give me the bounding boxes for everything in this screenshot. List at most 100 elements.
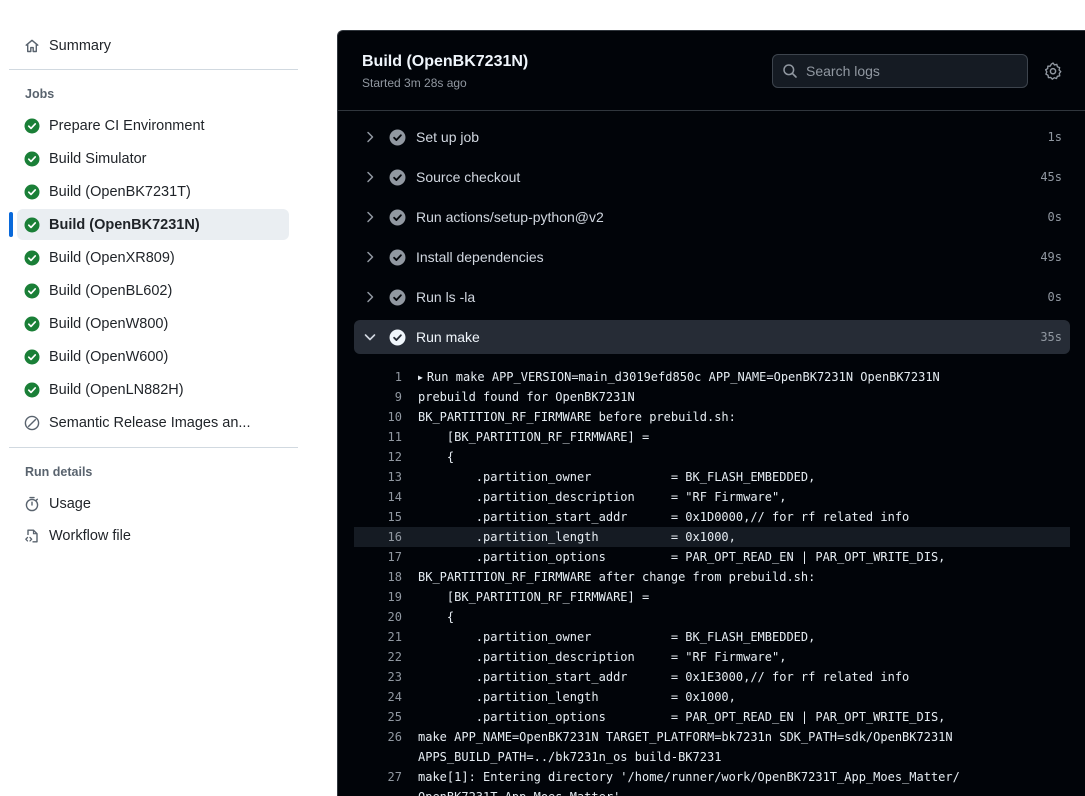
log-text: BK_PARTITION_RF_FIRMWARE before prebuild… [418,407,736,427]
sidebar-job-item[interactable]: Build (OpenBK7231T) [17,176,289,207]
check-circle-fill-icon [24,250,40,266]
log-step[interactable]: Run make 35s [354,320,1070,354]
line-number[interactable] [354,747,402,767]
log-text: make APP_NAME=OpenBK7231N TARGET_PLATFOR… [418,727,953,747]
log-text[interactable]: ▶ Run make APP_VERSION=main_d3019efd850c … [418,367,940,387]
log-step[interactable]: Install dependencies 49s [354,240,1070,274]
line-number[interactable]: 19 [354,587,402,607]
line-number[interactable]: 14 [354,487,402,507]
log-line: 26 make APP_NAME=OpenBK7231N TARGET_PLATF… [354,727,1070,747]
log-line: 9 prebuild found for OpenBK7231N [354,387,1070,407]
check-circle-fill-icon [24,217,40,233]
sidebar-job-item[interactable]: Build (OpenW600) [17,341,289,372]
sidebar-job-item[interactable]: Build (OpenBK7231N) [17,209,289,240]
line-number[interactable]: 24 [354,687,402,707]
chevron-down-icon [362,329,378,345]
line-number[interactable]: 26 [354,727,402,747]
chevron-right-icon [362,209,378,225]
step-duration: 45s [1040,170,1062,184]
sidebar-job-item[interactable]: Semantic Release Images an... [17,407,289,438]
sidebar-job-label: Build (OpenBK7231T) [49,183,191,200]
line-number[interactable]: 23 [354,667,402,687]
check-circle-fill-icon [389,249,406,266]
line-number[interactable]: 17 [354,547,402,567]
sidebar-job-item[interactable]: Build (OpenXR809) [17,242,289,273]
line-number[interactable]: 27 [354,767,402,787]
log-line: 10 BK_PARTITION_RF_FIRMWARE before prebui… [354,407,1070,427]
line-number[interactable]: 25 [354,707,402,727]
line-number[interactable] [354,787,402,796]
chevron-right-icon [362,169,378,185]
log-text-content: .partition_description = "RF Firmware", [418,490,787,504]
job-title: Build (OpenBK7231N) [362,53,529,70]
check-circle-fill-icon [389,169,406,186]
sidebar-job-item[interactable]: Build (OpenBL602) [17,275,289,306]
log-text: .partition_description = "RF Firmware", [418,487,787,507]
gear-icon[interactable] [1044,62,1062,80]
log-line: APPS_BUILD_PATH=../bk7231n_os build-BK72… [354,747,1070,767]
sidebar-job-item[interactable]: Prepare CI Environment [17,110,289,141]
workflow-file-link[interactable]: Workflow file [17,520,289,551]
search-logs-input[interactable] [806,63,1006,79]
line-number[interactable]: 11 [354,427,402,447]
log-output: 1 ▶ Run make APP_VERSION=main_d3019efd850c… [354,367,1070,796]
workflow-file-label: Workflow file [49,527,131,544]
log-text: .partition_description = "RF Firmware", [418,647,787,667]
step-name: Run actions/setup-python@v2 [416,209,604,225]
check-circle-fill-icon [24,283,40,299]
log-text-content: .partition_length = 0x1000, [418,690,736,704]
log-text-content: APPS_BUILD_PATH=../bk7231n_os build-BK72… [418,750,722,764]
log-text-content: .partition_start_addr = 0x1D0000,// for … [418,510,910,524]
log-step[interactable]: Source checkout 45s [354,160,1070,194]
log-text: .partition_owner = BK_FLASH_EMBEDDED, [418,467,816,487]
log-text-content: make[1]: Entering directory '/home/runne… [418,770,960,784]
log-text-content: .partition_length = 0x1000, [418,530,736,544]
check-circle-fill-icon [24,151,40,167]
log-text-content: { [418,610,455,624]
log-text-content: BK_PARTITION_RF_FIRMWARE before prebuild… [418,410,736,424]
stopwatch-icon [24,496,40,512]
line-number[interactable]: 21 [354,627,402,647]
line-number[interactable]: 12 [354,447,402,467]
usage-link[interactable]: Usage [17,488,289,519]
line-number[interactable]: 15 [354,507,402,527]
sidebar-job-item[interactable]: Build (OpenLN882H) [17,374,289,405]
step-duration: 49s [1040,250,1062,264]
step-duration: 1s [1047,130,1062,144]
log-step[interactable]: Run actions/setup-python@v2 0s [354,200,1070,234]
sidebar-job-label: Prepare CI Environment [49,117,205,134]
group-expand-icon[interactable]: ▶ [418,368,423,388]
log-text-content: .partition_description = "RF Firmware", [418,650,787,664]
step-name: Run ls -la [416,289,476,305]
sidebar-job-item[interactable]: Build (OpenW800) [17,308,289,339]
step-name: Run make [416,329,480,345]
summary-link[interactable]: Summary [17,30,289,61]
log-step[interactable]: Set up job 1s [354,120,1070,154]
sidebar-job-item[interactable]: Build Simulator [17,143,289,174]
line-number[interactable]: 10 [354,407,402,427]
line-number[interactable]: 20 [354,607,402,627]
log-text-content: .partition_options = PAR_OPT_READ_EN | P… [418,550,946,564]
line-number[interactable]: 9 [354,387,402,407]
line-number[interactable]: 1 [354,367,402,387]
log-text-content: { [418,450,455,464]
log-text-content: .partition_start_addr = 0x1E3000,// for … [418,670,910,684]
step-name: Source checkout [416,169,521,185]
log-line: 15 .partition_start_addr = 0x1D0000,// f… [354,507,1070,527]
line-number[interactable]: 18 [354,567,402,587]
log-text: .partition_length = 0x1000, [418,527,736,547]
log-text: .partition_options = PAR_OPT_READ_EN | P… [418,707,946,727]
line-number[interactable]: 22 [354,647,402,667]
line-number[interactable]: 13 [354,467,402,487]
file-code-icon [24,528,40,544]
log-line: 13 .partition_owner = BK_FLASH_EMBEDDED, [354,467,1070,487]
step-name: Install dependencies [416,249,544,265]
log-text: APPS_BUILD_PATH=../bk7231n_os build-BK72… [418,747,721,767]
log-text-content: BK_PARTITION_RF_FIRMWARE after change fr… [418,570,816,584]
log-line: 19 [BK_PARTITION_RF_FIRMWARE] = [354,587,1070,607]
log-line: 14 .partition_description = "RF Firmware… [354,487,1070,507]
log-line: 1 ▶ Run make APP_VERSION=main_d3019efd850c… [354,367,1070,387]
log-step[interactable]: Run ls -la 0s [354,280,1070,314]
run-details-heading: Run details [25,465,93,479]
line-number[interactable]: 16 [354,527,402,547]
